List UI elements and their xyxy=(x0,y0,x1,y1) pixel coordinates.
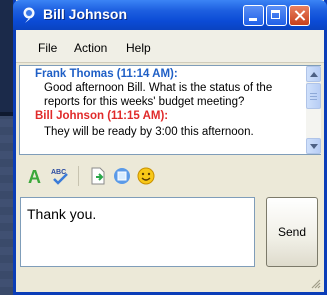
title-bar[interactable]: Bill Johnson xyxy=(13,0,327,30)
menu-file[interactable]: File xyxy=(38,41,57,55)
svg-text:ABC: ABC xyxy=(51,169,66,176)
message-input-text: Thank you. xyxy=(27,206,97,222)
message-input[interactable]: Thank you. xyxy=(20,197,255,267)
close-button[interactable] xyxy=(289,5,310,26)
message-line: reports for this weeks' budget meeting? xyxy=(44,96,245,108)
font-icon[interactable]: A xyxy=(26,166,46,186)
message-line: They will be ready by 3:00 this afternoo… xyxy=(44,126,254,138)
spellcheck-icon[interactable]: ABC xyxy=(50,166,70,186)
minimize-button[interactable] xyxy=(243,5,264,26)
maximize-button[interactable] xyxy=(266,5,287,26)
menu-bar: File Action Help xyxy=(16,30,324,63)
photo-icon[interactable] xyxy=(112,166,132,186)
menu-action[interactable]: Action xyxy=(74,41,107,55)
resize-grip-icon[interactable] xyxy=(309,277,321,289)
format-toolbar: A ABC xyxy=(16,160,324,190)
scroll-up-button[interactable] xyxy=(306,66,321,82)
contact-icon xyxy=(23,7,35,23)
chat-window: Bill Johnson File Action Help Frank Thom… xyxy=(13,0,327,295)
toolbar-separator xyxy=(78,166,79,186)
scroll-down-button[interactable] xyxy=(306,138,321,154)
emoticon-icon[interactable] xyxy=(136,166,156,186)
menu-help[interactable]: Help xyxy=(126,41,151,55)
scroll-thumb[interactable] xyxy=(306,83,321,109)
message-sender: Frank Thomas (11:14 AM): xyxy=(35,68,178,80)
send-file-icon[interactable] xyxy=(88,166,108,186)
vertical-scrollbar[interactable] xyxy=(306,66,321,154)
message-sender: Bill Johnson (11:15 AM): xyxy=(35,110,169,122)
send-button[interactable]: Send xyxy=(266,197,318,267)
conversation-log[interactable]: Frank Thomas (11:14 AM): Good afternoon … xyxy=(19,65,321,155)
message-line: Good afternoon Bill. What is the status … xyxy=(44,82,273,94)
svg-text:A: A xyxy=(28,167,41,186)
window-title: Bill Johnson xyxy=(43,6,127,22)
